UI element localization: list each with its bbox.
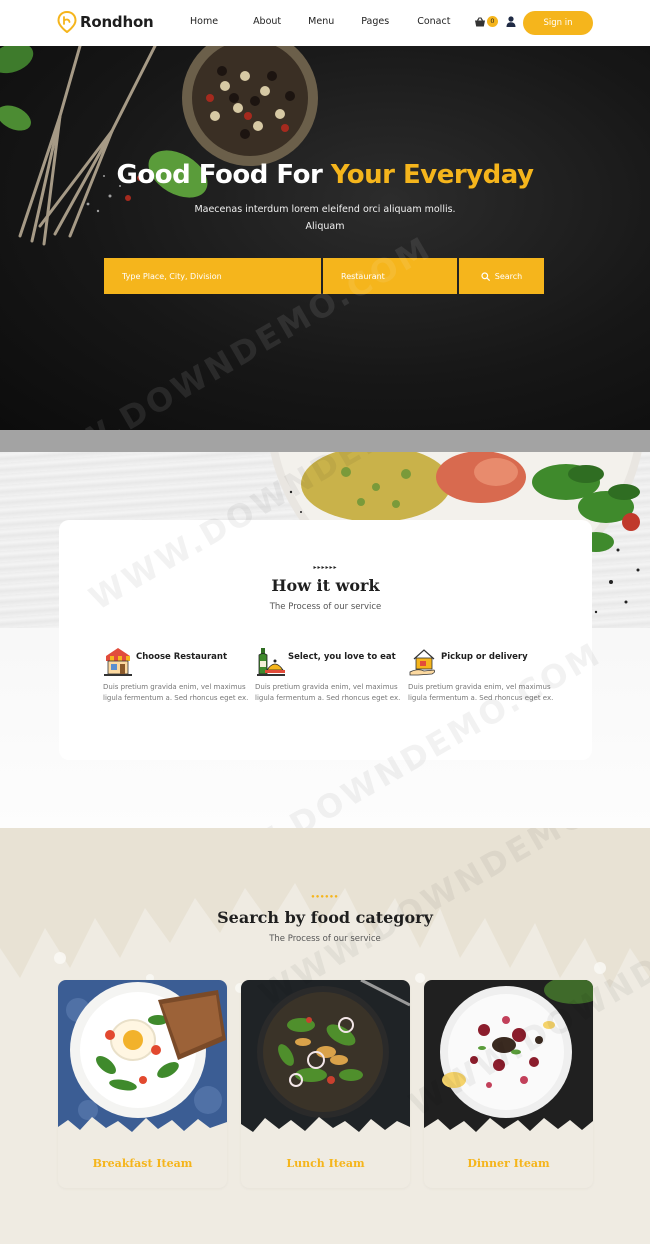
navbar: Rondhon Home About Menu Pages Conact 0 S…: [0, 0, 650, 46]
cart-count-badge: 0: [487, 16, 498, 27]
step-text: Duis pretium gravida enim, vel maximus l…: [255, 683, 401, 702]
category-card-dinner[interactable]: Dinner Iteam: [424, 980, 593, 1188]
location-pin-logo-icon: [57, 10, 77, 34]
search-button[interactable]: Search: [459, 258, 544, 294]
how-it-work-card: ▸▸▸▸▸▸ How it work The Process of our se…: [59, 520, 592, 760]
hero-background-image: [0, 46, 318, 246]
hero-title-white: Good Food For: [116, 160, 323, 190]
category-name: Breakfast Iteam: [92, 1157, 193, 1170]
search-icon: [481, 271, 490, 281]
step-title: Select, you love to eat: [288, 652, 396, 662]
food-category-subtitle: The Process of our service: [269, 934, 381, 944]
torn-paper-edge: [424, 1118, 593, 1142]
category-name: Dinner Iteam: [467, 1157, 550, 1170]
section-dots-divider: ●●●●●●: [311, 894, 339, 900]
step-title: Choose Restaurant: [136, 652, 228, 662]
nav-pages[interactable]: Pages: [361, 16, 389, 27]
how-it-work-subtitle: The Process of our service: [269, 602, 382, 612]
step-text: Duis pretium gravida enim, vel maximus l…: [103, 683, 249, 702]
restaurant-select[interactable]: Restaurant: [323, 258, 457, 294]
hero-divider-strip: [0, 430, 650, 452]
location-input[interactable]: Type Place, City, Division: [104, 258, 321, 294]
step-title: Pickup or delivery: [441, 652, 528, 662]
section-dots-divider: ▸▸▸▸▸▸: [313, 565, 338, 571]
shopping-basket-icon: [475, 17, 485, 27]
torn-paper-edge: [58, 1117, 227, 1142]
restaurant-store-icon: [104, 648, 132, 676]
nav-menu[interactable]: Menu: [308, 16, 334, 27]
nav-about[interactable]: About: [253, 16, 281, 27]
category-card-breakfast[interactable]: Breakfast Iteam: [58, 980, 227, 1188]
nav-home[interactable]: Home: [190, 16, 218, 27]
torn-paper-edge: [241, 1117, 410, 1142]
search-button-label: Search: [494, 271, 523, 281]
how-it-work-title: How it work: [271, 576, 380, 595]
step-text: Duis pretium gravida enim, vel maximus l…: [408, 683, 554, 702]
wine-bottle-food-icon: [257, 648, 285, 676]
hero-subtitle: Maecenas interdum lorem eleifend orci al…: [194, 204, 456, 232]
sign-in-button[interactable]: Sign in: [523, 11, 593, 35]
cart-button[interactable]: 0: [474, 15, 500, 29]
hero-search-bar: Type Place, City, Division Restaurant Se…: [104, 258, 544, 294]
brand-logo[interactable]: Rondhon: [57, 10, 154, 34]
category-card-lunch[interactable]: Lunch Iteam: [241, 980, 410, 1188]
food-category-title: Search by food category: [217, 908, 433, 927]
nav-contact[interactable]: Conact: [417, 16, 450, 27]
hero-title-accent: Your Everyday: [330, 160, 534, 190]
how-it-work-section: ▸▸▸▸▸▸ How it work The Process of our se…: [0, 452, 650, 828]
hero-section: Good Food For Your Everyday Maecenas int…: [0, 46, 650, 430]
hero-title: Good Food For Your Everyday: [0, 160, 650, 190]
main-nav: Home About Menu Pages Conact: [190, 16, 480, 27]
food-category-section: ●●●●●● Search by food category The Proce…: [0, 828, 650, 1244]
brand-name: Rondhon: [80, 13, 154, 31]
user-icon[interactable]: [506, 16, 516, 27]
delivery-house-icon: [409, 649, 436, 676]
category-name: Lunch Iteam: [286, 1157, 365, 1170]
